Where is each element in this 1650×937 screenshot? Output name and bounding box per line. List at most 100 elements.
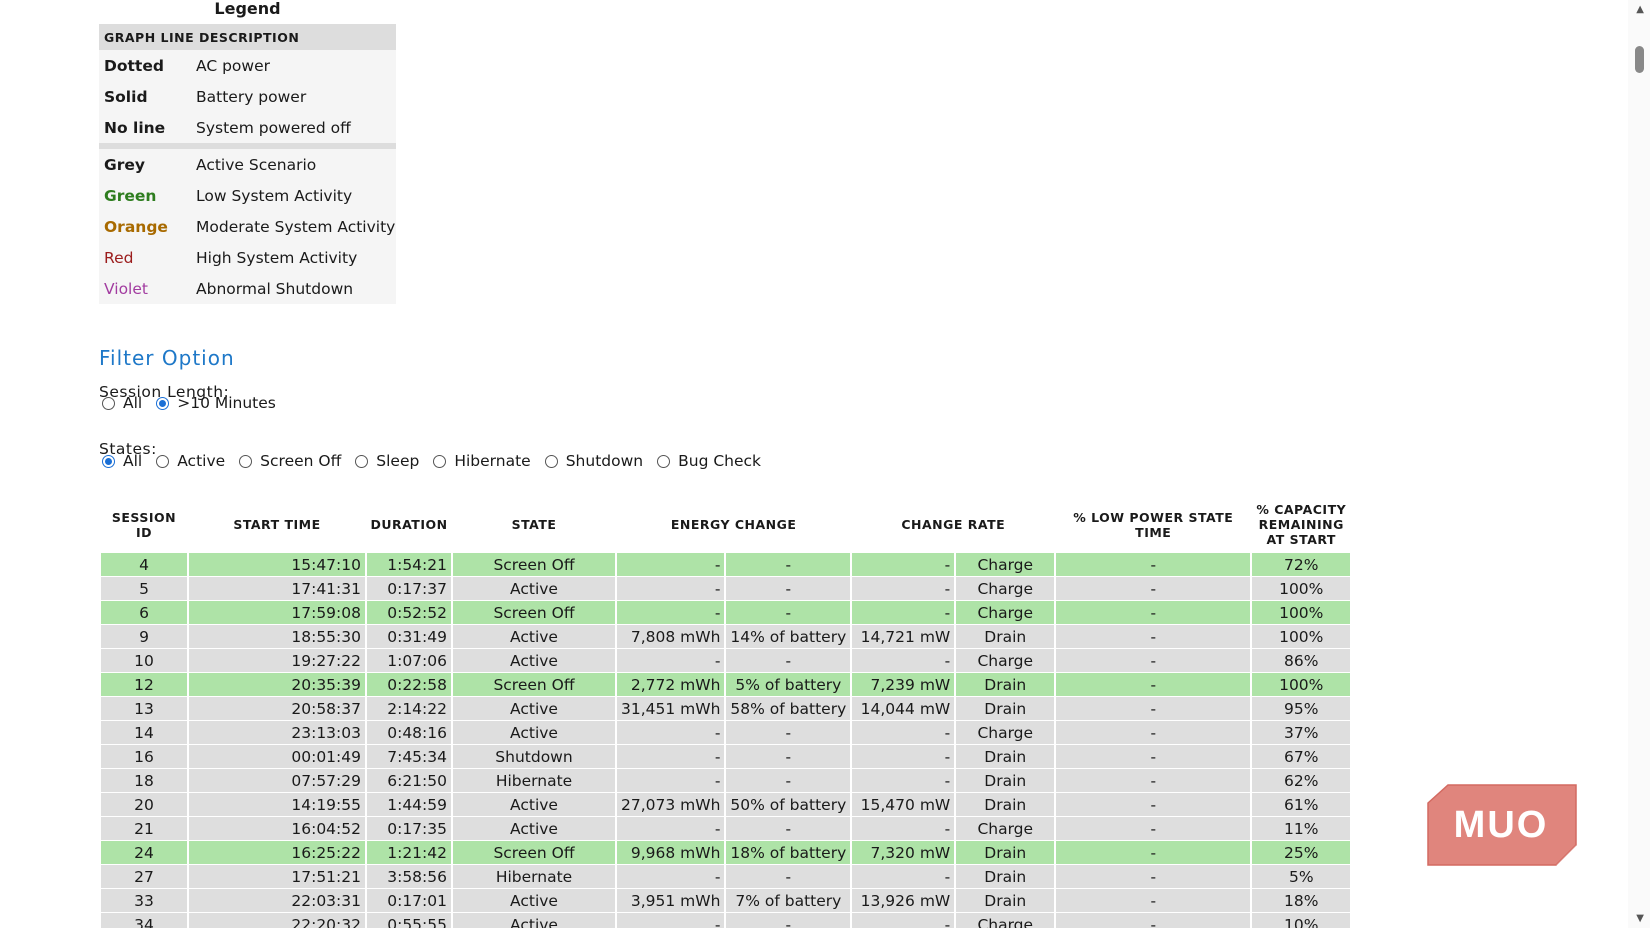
cell-change-rate: - (852, 649, 955, 672)
cell-duration: 1:07:06 (367, 649, 451, 672)
cell-session-id: 21 (101, 817, 187, 840)
cell-duration: 2:14:22 (367, 697, 451, 720)
cell-energy-percent: - (726, 745, 851, 768)
cell-change-direction: Drain (956, 697, 1055, 720)
cell-capacity-remaining: 5% (1252, 865, 1351, 888)
cell-capacity-remaining: 100% (1252, 577, 1351, 600)
table-row: 13 20:58:37 2:14:22 Active 31,451 mWh 58% of … (101, 697, 1351, 720)
cell-state: Active (453, 625, 615, 648)
cell-low-power-time: - (1056, 553, 1251, 576)
cell-state: Hibernate (453, 865, 615, 888)
vertical-scrollbar[interactable]: ▲ ▼ (1628, 0, 1650, 928)
cell-duration: 7:45:34 (367, 745, 451, 768)
cell-duration: 6:21:50 (367, 769, 451, 792)
cell-change-direction: Charge (956, 721, 1055, 744)
cell-energy-percent: - (726, 601, 851, 624)
cell-duration: 1:54:21 (367, 553, 451, 576)
cell-start-time: 15:47:10 (189, 553, 365, 576)
cell-start-time: 17:59:08 (189, 601, 365, 624)
cell-state: Active (453, 817, 615, 840)
cell-low-power-time: - (1056, 601, 1251, 624)
cell-change-rate: 7,239 mW (852, 673, 955, 696)
col-change-rate[interactable]: CHANGE RATE (852, 497, 1054, 552)
cell-state: Active (453, 649, 615, 672)
cell-change-direction: Drain (956, 841, 1055, 864)
scroll-down-arrow-icon[interactable]: ▼ (1636, 913, 1644, 924)
cell-session-id: 13 (101, 697, 187, 720)
cell-change-direction: Charge (956, 601, 1055, 624)
cell-change-rate: 13,926 mW (852, 889, 955, 912)
cell-session-id: 27 (101, 865, 187, 888)
cell-duration: 0:17:35 (367, 817, 451, 840)
cell-state: Screen Off (453, 673, 615, 696)
cell-energy-percent: - (726, 553, 851, 576)
table-row: 14 23:13:03 0:48:16 Active - - - Charge -37% (101, 721, 1351, 744)
cell-energy-percent: - (726, 817, 851, 840)
table-row: 9 18:55:30 0:31:49 Active 7,808 mWh 14% of ba… (101, 625, 1351, 648)
cell-duration: 0:55:55 (367, 913, 451, 928)
cell-session-id: 6 (101, 601, 187, 624)
cell-session-id: 20 (101, 793, 187, 816)
cell-change-rate: 14,044 mW (852, 697, 955, 720)
cell-duration: 0:22:58 (367, 673, 451, 696)
cell-capacity-remaining: 100% (1252, 673, 1351, 696)
col-state[interactable]: STATE (453, 497, 615, 552)
cell-low-power-time: - (1056, 577, 1251, 600)
cell-low-power-time: - (1056, 913, 1251, 928)
scrollbar-thumb[interactable] (1635, 46, 1644, 73)
cell-start-time: 17:51:21 (189, 865, 365, 888)
col-session-id[interactable]: SESSION ID (101, 497, 187, 552)
table-row: 27 17:51:21 3:58:56 Hibernate - - - Drain -5% (101, 865, 1351, 888)
cell-capacity-remaining: 72% (1252, 553, 1351, 576)
cell-duration: 0:31:49 (367, 625, 451, 648)
cell-energy-change: - (617, 649, 725, 672)
cell-capacity-remaining: 100% (1252, 625, 1351, 648)
col-low-power-state-time[interactable]: % LOW POWER STATE TIME (1056, 497, 1250, 552)
cell-energy-percent: 58% of battery (726, 697, 851, 720)
cell-start-time: 14:19:55 (189, 793, 365, 816)
cell-state: Screen Off (453, 553, 615, 576)
sessions-table: SESSION ID START TIME DURATION STATE ENE… (99, 496, 1352, 928)
muo-logo: MUO (1427, 784, 1577, 866)
col-duration[interactable]: DURATION (367, 497, 451, 552)
scroll-up-arrow-icon[interactable]: ▲ (1636, 4, 1644, 15)
cell-energy-percent: 5% of battery (726, 673, 851, 696)
cell-change-direction: Charge (956, 649, 1055, 672)
cell-energy-percent: - (726, 577, 851, 600)
cell-state: Screen Off (453, 601, 615, 624)
col-start-time[interactable]: START TIME (189, 497, 365, 552)
cell-change-rate: - (852, 865, 955, 888)
col-capacity-remaining[interactable]: % CAPACITY REMAINING AT START (1252, 497, 1350, 552)
cell-change-rate: - (852, 817, 955, 840)
cell-energy-change: - (617, 601, 725, 624)
cell-energy-percent: 50% of battery (726, 793, 851, 816)
cell-change-rate: - (852, 721, 955, 744)
cell-energy-change: - (617, 745, 725, 768)
cell-energy-change: 27,073 mWh (617, 793, 725, 816)
cell-duration: 1:44:59 (367, 793, 451, 816)
cell-low-power-time: - (1056, 889, 1251, 912)
cell-state: Hibernate (453, 769, 615, 792)
cell-energy-percent: 7% of battery (726, 889, 851, 912)
cell-change-rate: - (852, 913, 955, 928)
cell-capacity-remaining: 11% (1252, 817, 1351, 840)
cell-start-time: 00:01:49 (189, 745, 365, 768)
cell-energy-change: 9,968 mWh (617, 841, 725, 864)
col-energy-change[interactable]: ENERGY CHANGE (617, 497, 850, 552)
cell-capacity-remaining: 10% (1252, 913, 1351, 928)
cell-low-power-time: - (1056, 841, 1251, 864)
cell-session-id: 18 (101, 769, 187, 792)
cell-session-id: 24 (101, 841, 187, 864)
cell-low-power-time: - (1056, 721, 1251, 744)
cell-energy-change: - (617, 553, 725, 576)
cell-state: Screen Off (453, 841, 615, 864)
cell-capacity-remaining: 18% (1252, 889, 1351, 912)
cell-energy-change: 2,772 mWh (617, 673, 725, 696)
cell-start-time: 22:03:31 (189, 889, 365, 912)
table-row: 34 22:20:32 0:55:55 Active - - - Charge -10% (101, 913, 1351, 928)
cell-capacity-remaining: 37% (1252, 721, 1351, 744)
cell-low-power-time: - (1056, 865, 1251, 888)
cell-capacity-remaining: 62% (1252, 769, 1351, 792)
cell-energy-change: 3,951 mWh (617, 889, 725, 912)
cell-state: Active (453, 913, 615, 928)
